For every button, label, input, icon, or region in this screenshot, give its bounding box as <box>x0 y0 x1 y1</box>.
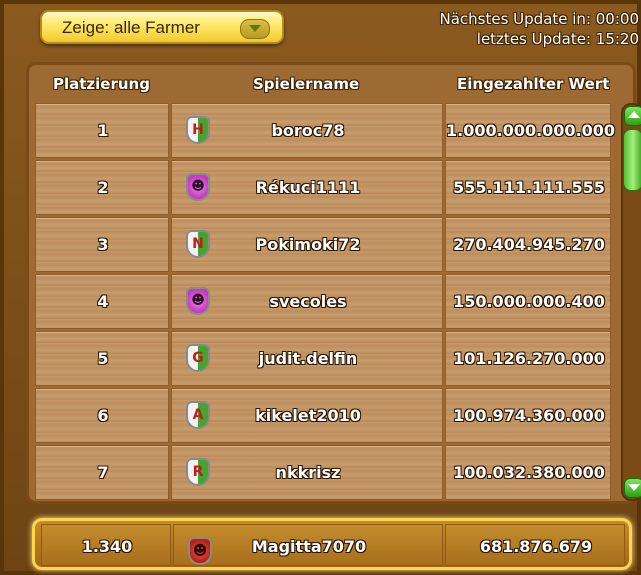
own-player-name[interactable]: Magitta7070 <box>174 537 444 556</box>
own-rank: 1.340 <box>81 537 133 556</box>
chevron-down-icon[interactable] <box>240 19 270 39</box>
table-row[interactable]: 2 ☻ Rékuci1111 555.111.111.555 <box>35 160 611 215</box>
player-name-cell[interactable]: judit.delfin <box>172 349 444 368</box>
scroll-down-button[interactable] <box>624 478 641 498</box>
rank-cell: 1 <box>97 121 109 140</box>
value-cell: 101.126.270.000 <box>453 349 605 368</box>
scroll-up-button[interactable] <box>624 106 641 126</box>
table-row[interactable]: 7 R nkkrisz 100.032.380.000 <box>35 445 611 500</box>
column-header-value: Eingezahlter Wert <box>457 75 610 93</box>
player-name-cell[interactable]: boroc78 <box>172 121 444 140</box>
player-name-cell[interactable]: Pokimoki72 <box>172 235 444 254</box>
table-row[interactable]: 5 G judit.delfin 101.126.270.000 <box>35 331 611 386</box>
table-row[interactable]: 1 H boroc78 1.000.000.000.000 <box>35 103 616 158</box>
header: Zeige: alle Farmer Nächstes Update in: 0… <box>4 4 641 56</box>
value-cell: 100.032.380.000 <box>453 463 605 482</box>
next-update-text: Nächstes Update in: 00:00 <box>439 10 640 28</box>
own-value: 681.876.679 <box>479 537 593 556</box>
ranking-table: Platzierung Spielername Eingezahlter Wer… <box>26 62 641 504</box>
value-cell: 555.111.111.555 <box>453 178 605 197</box>
player-name-cell[interactable]: kikelet2010 <box>172 406 444 425</box>
value-cell: 1.000.000.000.000 <box>446 121 616 140</box>
update-info: Nächstes Update in: 00:00 letztes Update… <box>440 9 640 49</box>
filter-label: Zeige: alle Farmer <box>62 18 200 37</box>
scrollbar[interactable] <box>621 103 641 501</box>
table-row[interactable]: 4 ☻ svecoles 150.000.000.400 <box>35 274 611 329</box>
rank-cell: 6 <box>97 406 109 425</box>
farmer-filter-dropdown[interactable]: Zeige: alle Farmer <box>40 10 284 44</box>
scroll-thumb[interactable] <box>623 129 641 191</box>
column-header-rank: Platzierung <box>53 75 150 93</box>
rank-cell: 2 <box>97 178 109 197</box>
rank-cell: 5 <box>97 349 109 368</box>
value-cell: 270.404.945.270 <box>453 235 605 254</box>
last-update-text: letztes Update: 15:20 <box>476 30 639 48</box>
player-name-cell[interactable]: nkkrisz <box>172 463 444 482</box>
rank-cell: 4 <box>97 292 109 311</box>
column-header-player: Spielername <box>253 75 360 93</box>
player-name-cell[interactable]: Rékuci1111 <box>172 178 444 197</box>
value-cell: 150.000.000.400 <box>453 292 605 311</box>
value-cell: 100.974.360.000 <box>453 406 605 425</box>
ranking-window: Zeige: alle Farmer Nächstes Update in: 0… <box>0 0 641 575</box>
table-row[interactable]: 3 N Pokimoki72 270.404.945.270 <box>35 217 611 272</box>
player-name-cell[interactable]: svecoles <box>172 292 444 311</box>
own-ranking-row: 1.340 ☻ Magitta7070 681.876.679 <box>32 518 632 570</box>
rank-cell: 7 <box>97 463 109 482</box>
table-row[interactable]: 6 A kikelet2010 100.974.360.000 <box>35 388 611 443</box>
rank-cell: 3 <box>97 235 109 254</box>
